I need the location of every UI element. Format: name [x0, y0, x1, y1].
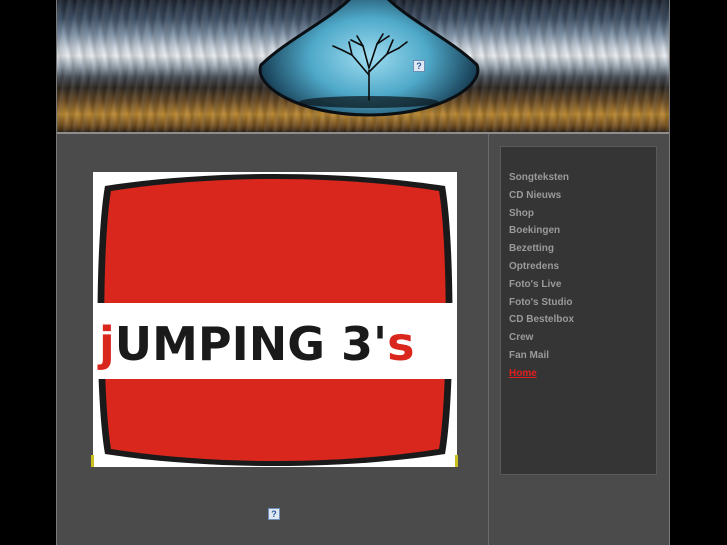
nav-link-fan-mail[interactable]: Fan Mail	[509, 350, 549, 361]
page-border-left	[56, 0, 57, 545]
nav-link-cd-nieuws[interactable]: CD Nieuws	[509, 190, 561, 201]
logo-graphic: jUMPING 3's	[93, 174, 457, 466]
jumping-3s-logo: jUMPING 3's	[93, 172, 457, 467]
nav-item: Shop	[509, 203, 574, 221]
nav-link-bezetting[interactable]: Bezetting	[509, 243, 554, 254]
nav-item: Home	[509, 363, 574, 381]
svg-text:jUMPING 3's: jUMPING 3's	[97, 317, 415, 371]
nav-link-shop[interactable]: Shop	[509, 208, 534, 219]
nav-item: Optredens	[509, 256, 574, 274]
nav-item: Fan Mail	[509, 345, 574, 363]
nav-item: CD Nieuws	[509, 185, 574, 203]
logo-letter-s: s	[387, 317, 414, 371]
nav-link-cd-bestelbox[interactable]: CD Bestelbox	[509, 314, 574, 325]
header-banner: ?	[57, 0, 669, 133]
nav-item: Bezetting	[509, 238, 574, 256]
nav-link-optredens[interactable]: Optredens	[509, 261, 559, 272]
page-container: ? jUMPING 3's ? Songteksten CD Nieuws Shop…	[56, 0, 670, 545]
sidebar-nav: Songteksten CD Nieuws Shop Boekingen Bezetti…	[500, 146, 657, 475]
nav-item: Foto's Live	[509, 274, 574, 292]
logo-edge-mark-left	[91, 455, 94, 467]
logo-edge-mark-right	[455, 455, 458, 467]
tree-lens-image	[258, 0, 480, 117]
nav-item: Crew	[509, 327, 574, 345]
header-divider	[56, 132, 670, 134]
column-divider	[488, 134, 489, 545]
page-border-right	[669, 0, 670, 545]
logo-text: UMPING 3'	[115, 317, 387, 371]
nav-item: Songteksten	[509, 167, 574, 185]
nav-link-home[interactable]: Home	[509, 368, 537, 379]
logo-letter-j: j	[97, 317, 115, 371]
broken-image-icon: ?	[413, 60, 425, 72]
nav-link-crew[interactable]: Crew	[509, 332, 533, 343]
nav-link-foto-s-live[interactable]: Foto's Live	[509, 279, 561, 290]
nav-item: CD Bestelbox	[509, 309, 574, 327]
broken-image-icon: ?	[268, 508, 280, 520]
nav-item: Boekingen	[509, 220, 574, 238]
nav-link-boekingen[interactable]: Boekingen	[509, 225, 560, 236]
nav-list: Songteksten CD Nieuws Shop Boekingen Bezetti…	[509, 167, 574, 381]
nav-link-songteksten[interactable]: Songteksten	[509, 172, 569, 183]
nav-link-foto-s-studio[interactable]: Foto's Studio	[509, 297, 572, 308]
nav-item: Foto's Studio	[509, 292, 574, 310]
